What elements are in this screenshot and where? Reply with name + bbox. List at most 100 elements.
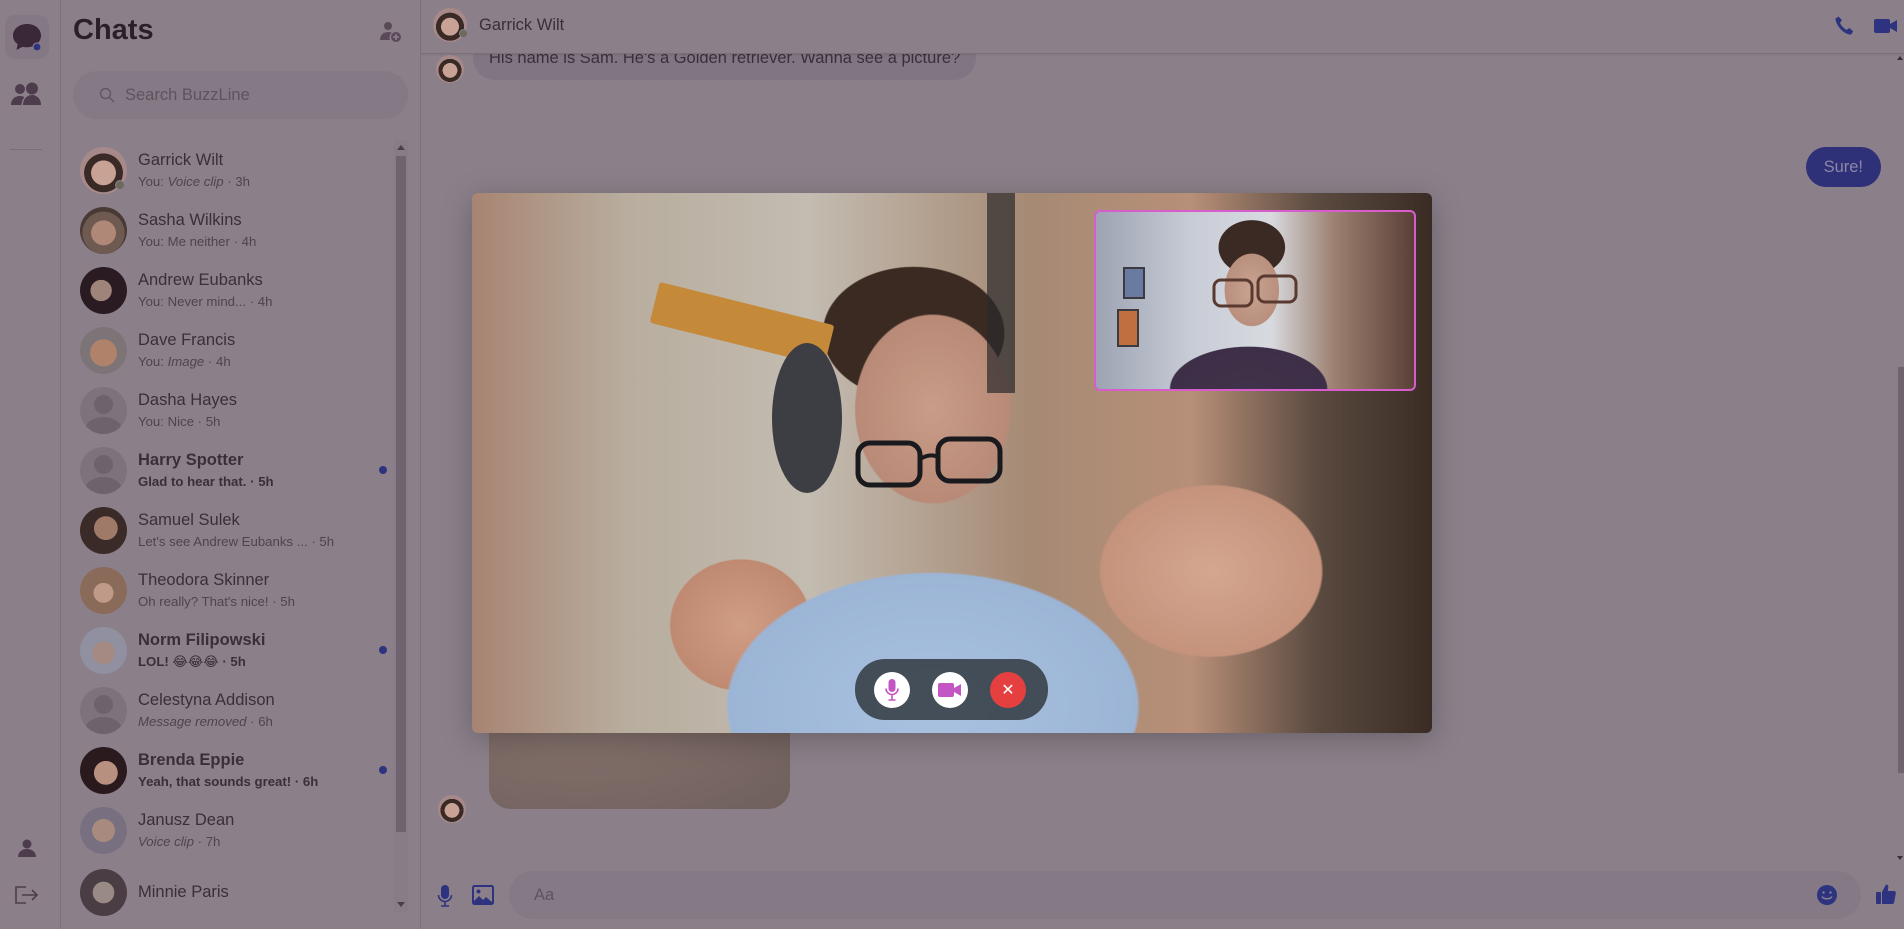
chat-list-item[interactable]: Brenda Eppie Yeah, that sounds great! · … — [61, 740, 396, 800]
scroll-up-arrow-icon[interactable] — [1897, 56, 1903, 60]
default-avatar — [80, 386, 127, 434]
call-controls: ✕ — [855, 659, 1048, 720]
emoji-button[interactable] — [1816, 884, 1838, 906]
avatar — [80, 566, 127, 614]
video-frame-detail — [855, 436, 1003, 488]
chat-preview: Let's see Andrew Eubanks ... · 5h — [138, 533, 335, 549]
video-camera-icon — [938, 683, 961, 697]
rail-people-button[interactable] — [5, 73, 49, 117]
voice-call-button[interactable] — [1831, 13, 1859, 39]
message-input[interactable] — [534, 885, 1734, 905]
chat-name: Dave Francis — [138, 331, 236, 350]
avatar — [80, 326, 127, 374]
chat-list-item[interactable]: Dave Francis You: Image · 4h — [61, 320, 396, 380]
avatar — [80, 626, 127, 674]
video-frame-detail — [772, 343, 842, 493]
chat-name: Janusz Dean — [138, 811, 235, 830]
chat-preview: You: Never mind... · 4h — [138, 293, 273, 309]
chat-list-item[interactable]: Theodora Skinner Oh really? That's nice!… — [61, 560, 396, 620]
logout-icon — [15, 886, 39, 904]
chat-bubble-icon — [13, 24, 42, 52]
video-call-self-view[interactable] — [1094, 210, 1416, 391]
chats-sidebar: Chats Garrick Wilt You: Voice clip · 3h — [61, 0, 421, 929]
chat-preview: You: Me neither · 4h — [138, 233, 257, 249]
unread-indicator — [379, 646, 387, 654]
chat-name: Andrew Eubanks — [138, 271, 263, 290]
microphone-icon — [885, 679, 899, 701]
default-avatar — [80, 446, 127, 494]
message-avatar — [436, 55, 464, 83]
chat-list-item[interactable]: Samuel Sulek Let's see Andrew Eubanks ..… — [61, 500, 396, 560]
video-call-button[interactable] — [1872, 13, 1900, 39]
unread-indicator — [379, 466, 387, 474]
avatar — [80, 266, 127, 314]
chat-name: Garrick Wilt — [138, 151, 224, 170]
smiley-icon — [1817, 885, 1837, 905]
image-icon — [472, 885, 494, 905]
sidebar-title: Chats — [73, 14, 154, 46]
chat-list-item[interactable]: Minnie Paris — [61, 860, 396, 920]
scroll-up-arrow-icon[interactable] — [397, 145, 405, 150]
chat-list-item[interactable]: Garrick Wilt You: Voice clip · 3h — [61, 140, 396, 200]
unread-indicator — [379, 766, 387, 774]
message-avatar — [438, 795, 466, 823]
attach-image-button[interactable] — [471, 884, 495, 906]
people-icon — [11, 82, 41, 105]
chat-list-item[interactable]: Janusz Dean Voice clip · 7h — [61, 800, 396, 860]
message-composer — [509, 871, 1861, 919]
conversation-header: Garrick Wilt — [421, 0, 1904, 54]
microphone-icon — [437, 885, 453, 907]
mute-microphone-button[interactable] — [874, 672, 910, 708]
close-icon: ✕ — [1001, 680, 1015, 699]
scroll-down-arrow-icon[interactable] — [1897, 856, 1903, 860]
chat-preview: You: Nice · 5h — [138, 413, 221, 429]
online-status-dot — [459, 29, 468, 38]
chat-preview: Oh really? That's nice! · 5h — [138, 593, 295, 609]
chat-preview: You: Image · 4h — [138, 353, 231, 369]
rail-profile-button[interactable] — [5, 826, 49, 870]
video-call-remote-feed: ✕ — [472, 193, 1432, 733]
chat-preview: Yeah, that sounds great! · 6h — [138, 773, 319, 789]
search-input[interactable] — [125, 85, 385, 105]
user-icon — [18, 839, 36, 857]
scrollbar-thumb[interactable] — [396, 156, 406, 832]
default-avatar — [80, 686, 127, 734]
avatar — [80, 746, 127, 794]
chat-preview: You: Voice clip · 3h — [138, 173, 250, 189]
avatar — [80, 806, 127, 854]
conversation-scrollbar[interactable] — [1897, 54, 1904, 860]
avatar — [80, 868, 127, 916]
send-like-button[interactable] — [1876, 883, 1898, 907]
add-contact-button[interactable] — [377, 18, 405, 46]
search-box — [73, 71, 408, 119]
chat-list-item[interactable]: Norm Filipowski LOL! 😂😂😂 · 5h — [61, 620, 396, 680]
chat-list: Garrick Wilt You: Voice clip · 3h Sasha … — [61, 140, 396, 920]
chat-name: Minnie Paris — [138, 882, 229, 901]
rail-chats-button[interactable] — [5, 15, 49, 59]
chat-list-item[interactable]: Sasha Wilkins You: Me neither · 4h — [61, 200, 396, 260]
chat-list-item[interactable]: Andrew Eubanks You: Never mind... · 4h — [61, 260, 396, 320]
chat-list-item[interactable]: Celestyna Addison Message removed · 6h — [61, 680, 396, 740]
scrollbar-thumb[interactable] — [1898, 367, 1904, 773]
thumbs-up-icon — [1876, 884, 1896, 904]
end-call-button[interactable]: ✕ — [990, 672, 1026, 708]
rail-logout-button[interactable] — [5, 873, 49, 917]
voice-clip-button[interactable] — [433, 882, 457, 910]
chat-list-item[interactable]: Dasha Hayes You: Nice · 5h — [61, 380, 396, 440]
contact-name[interactable]: Garrick Wilt — [479, 16, 564, 35]
avatar — [80, 506, 127, 554]
video-frame-detail — [987, 193, 1015, 393]
video-camera-icon — [1874, 19, 1897, 33]
chat-list-scrollbar[interactable] — [394, 140, 408, 912]
scroll-down-arrow-icon[interactable] — [397, 902, 405, 907]
add-user-icon — [380, 22, 401, 42]
chat-preview: Voice clip · 7h — [138, 833, 221, 849]
chat-preview: LOL! 😂😂😂 · 5h — [138, 653, 246, 669]
rail-divider — [10, 149, 42, 150]
chat-name: Brenda Eppie — [138, 751, 245, 770]
toggle-camera-button[interactable] — [932, 672, 968, 708]
chat-name: Norm Filipowski — [138, 631, 266, 650]
outgoing-message: Sure! — [1805, 147, 1881, 187]
chat-list-item[interactable]: Harry Spotter Glad to hear that. · 5h — [61, 440, 396, 500]
avatar — [80, 206, 127, 254]
